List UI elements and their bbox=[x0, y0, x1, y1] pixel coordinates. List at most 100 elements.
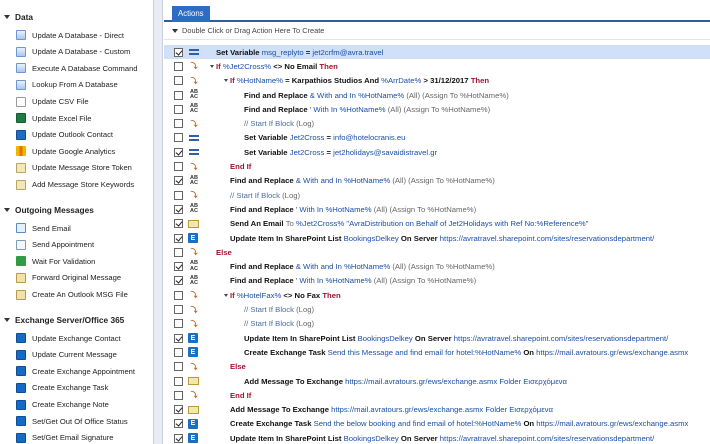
action-row[interactable]: AB AC Find and Replace ' With In %HotName%… bbox=[164, 102, 710, 116]
palette-item[interactable]: Create Exchange Appointment bbox=[0, 363, 135, 379]
action-row[interactable]: Send An Email To %Jet2Cross% "AvraDistri… bbox=[164, 217, 710, 231]
action-row[interactable]: Add Message To Exchange https://mail.avr… bbox=[164, 403, 710, 417]
action-row[interactable]: ⤵ End If bbox=[164, 388, 710, 402]
enable-checkbox[interactable] bbox=[174, 133, 183, 143]
palette-item[interactable]: Execute A Database Command bbox=[0, 60, 138, 76]
palette-item[interactable]: Send Email bbox=[0, 220, 71, 236]
enable-checkbox[interactable] bbox=[174, 290, 183, 300]
action-row[interactable]: ⤵ If %Jet2Cross% <> No Email Then bbox=[164, 59, 710, 73]
action-row[interactable]: E Create Exchange Task Send the below boo… bbox=[164, 417, 710, 431]
action-row[interactable]: AB AC Find and Replace ' With In %HotName%… bbox=[164, 274, 710, 288]
enable-checkbox[interactable] bbox=[174, 90, 183, 100]
action-row[interactable]: Set Variable Jet2Cross = jet2holidays@sa… bbox=[164, 145, 710, 159]
action-token: (All) (Assign To %HotName%) bbox=[390, 262, 495, 272]
action-token: Then bbox=[317, 61, 338, 71]
enable-checkbox[interactable] bbox=[174, 276, 183, 286]
action-row[interactable]: ⤵ Else bbox=[164, 360, 710, 374]
action-token: (Log) bbox=[296, 305, 315, 315]
palette-item[interactable]: Create Exchange Note bbox=[0, 396, 109, 412]
palette-item[interactable]: Create An Outlook MSG File bbox=[0, 286, 128, 302]
enable-checkbox[interactable] bbox=[174, 104, 183, 114]
enable-checkbox[interactable] bbox=[174, 247, 183, 257]
palette-item[interactable]: Update CSV File bbox=[0, 93, 89, 109]
palette-item[interactable]: Forward Original Message bbox=[0, 270, 121, 286]
action-row[interactable]: E Update Item In SharePoint List Bookings… bbox=[164, 431, 710, 444]
action-row[interactable]: ⤵ End If bbox=[164, 159, 710, 173]
enable-checkbox[interactable] bbox=[174, 319, 183, 329]
enable-checkbox[interactable] bbox=[174, 147, 183, 157]
panel-splitter[interactable] bbox=[153, 0, 163, 444]
palette-item[interactable]: Update A Database - Direct bbox=[0, 27, 124, 43]
action-token: Folder Εισερχόμενα bbox=[497, 376, 567, 386]
action-token: BookingsDelkey bbox=[343, 233, 399, 243]
action-token: https://mail.avratours.gr/ews/exchange.a… bbox=[536, 347, 689, 357]
section-header[interactable]: Data bbox=[0, 10, 33, 24]
collapse-arrow-icon[interactable] bbox=[4, 318, 10, 322]
enable-checkbox[interactable] bbox=[174, 47, 183, 57]
enable-checkbox[interactable] bbox=[174, 419, 183, 429]
section-title: Outgoing Messages bbox=[15, 205, 94, 215]
action-token: Find and Replace bbox=[244, 104, 310, 114]
action-row[interactable]: ⤵ // Start If Block (Log) bbox=[164, 117, 710, 131]
collapse-arrow-icon[interactable] bbox=[4, 15, 10, 19]
enable-checkbox[interactable] bbox=[174, 162, 183, 172]
action-row[interactable]: AB AC Find and Replace & With and In %HotN… bbox=[164, 88, 710, 102]
action-row[interactable]: ⤵ If %HotName% = Karpathios Studios And %… bbox=[164, 74, 710, 88]
enable-checkbox[interactable] bbox=[174, 262, 183, 272]
branch-icon: ⤵ bbox=[190, 249, 198, 257]
enable-checkbox[interactable] bbox=[174, 405, 183, 415]
collapse-arrow-icon[interactable] bbox=[4, 208, 10, 212]
enable-checkbox[interactable] bbox=[174, 219, 183, 229]
action-row[interactable]: ⤵ // Start If Block (Log) bbox=[164, 188, 710, 202]
action-row[interactable]: Set Variable msg_replyto = jet2crfm@avra… bbox=[164, 45, 710, 60]
action-row[interactable]: AB AC Find and Replace & With and In %HotN… bbox=[164, 260, 710, 274]
action-row[interactable]: AB AC Find and Replace ' With In %HotName%… bbox=[164, 202, 710, 216]
palette-item[interactable]: Set/Get Email Signature bbox=[0, 430, 113, 444]
palette-item[interactable]: Update A Database - Custom bbox=[0, 44, 130, 60]
enable-checkbox[interactable] bbox=[174, 61, 183, 71]
action-row[interactable]: Add Message To Exchange https://mail.avr… bbox=[164, 374, 710, 388]
enable-checkbox[interactable] bbox=[174, 305, 183, 315]
action-row[interactable]: ⤵ // Start If Block (Log) bbox=[164, 317, 710, 331]
enable-checkbox[interactable] bbox=[174, 204, 183, 214]
action-row[interactable]: E Update Item In SharePoint List Bookings… bbox=[164, 331, 710, 345]
enable-checkbox[interactable] bbox=[174, 333, 183, 343]
expand-toggle-icon[interactable] bbox=[222, 292, 229, 299]
action-row[interactable]: E Update Item In SharePoint List Bookings… bbox=[164, 231, 710, 245]
action-row[interactable]: ⤵ // Start If Block (Log) bbox=[164, 302, 710, 316]
palette-item[interactable]: Send Appointment bbox=[0, 237, 94, 253]
section-header[interactable]: Exchange Server/Office 365 bbox=[0, 313, 124, 327]
palette-item[interactable]: Update Message Store Token bbox=[0, 160, 132, 176]
enable-checkbox[interactable] bbox=[174, 362, 183, 372]
enable-checkbox[interactable] bbox=[174, 347, 183, 357]
enable-checkbox[interactable] bbox=[174, 176, 183, 186]
palette-item[interactable]: Update Google Analytics bbox=[0, 143, 115, 159]
tab-actions[interactable]: Actions bbox=[172, 6, 210, 22]
palette-item[interactable]: Set/Get Out Of Office Status bbox=[0, 413, 128, 429]
enable-checkbox[interactable] bbox=[174, 233, 183, 243]
expand-toggle-icon[interactable] bbox=[222, 77, 229, 84]
enable-checkbox[interactable] bbox=[174, 119, 183, 129]
action-row[interactable]: E Create Exchange Task Send this Message … bbox=[164, 345, 710, 359]
palette-item[interactable]: Lookup From A Database bbox=[0, 77, 118, 93]
palette-item[interactable]: Wait For Validation bbox=[0, 253, 95, 269]
action-row[interactable]: Set Variable Jet2Cross = info@hotelocran… bbox=[164, 131, 710, 145]
enable-checkbox[interactable] bbox=[174, 76, 183, 86]
section-header[interactable]: Outgoing Messages bbox=[0, 203, 94, 217]
enable-checkbox[interactable] bbox=[174, 390, 183, 400]
action-row[interactable]: ⤵ If %HotelFax% <> No Fax Then bbox=[164, 288, 710, 302]
palette-item[interactable]: Update Current Message bbox=[0, 347, 117, 363]
action-token: (Log) bbox=[282, 190, 301, 200]
action-row[interactable]: AB AC Find and Replace & With and In %HotN… bbox=[164, 174, 710, 188]
enable-checkbox[interactable] bbox=[174, 433, 183, 443]
palette-item[interactable]: Update Exchange Contact bbox=[0, 330, 121, 346]
palette-item[interactable]: Update Excel File bbox=[0, 110, 92, 126]
enable-checkbox[interactable] bbox=[174, 376, 183, 386]
palette-item[interactable]: Create Exchange Task bbox=[0, 380, 108, 396]
palette-item[interactable]: Update Outlook Contact bbox=[0, 127, 113, 143]
palette-item[interactable]: Add Message Store Keywords bbox=[0, 176, 134, 192]
expand-toggle-icon[interactable] bbox=[208, 63, 215, 70]
action-row[interactable]: ⤵ Else bbox=[164, 245, 710, 259]
enable-checkbox[interactable] bbox=[174, 190, 183, 200]
collapse-arrow-icon[interactable] bbox=[172, 28, 178, 33]
